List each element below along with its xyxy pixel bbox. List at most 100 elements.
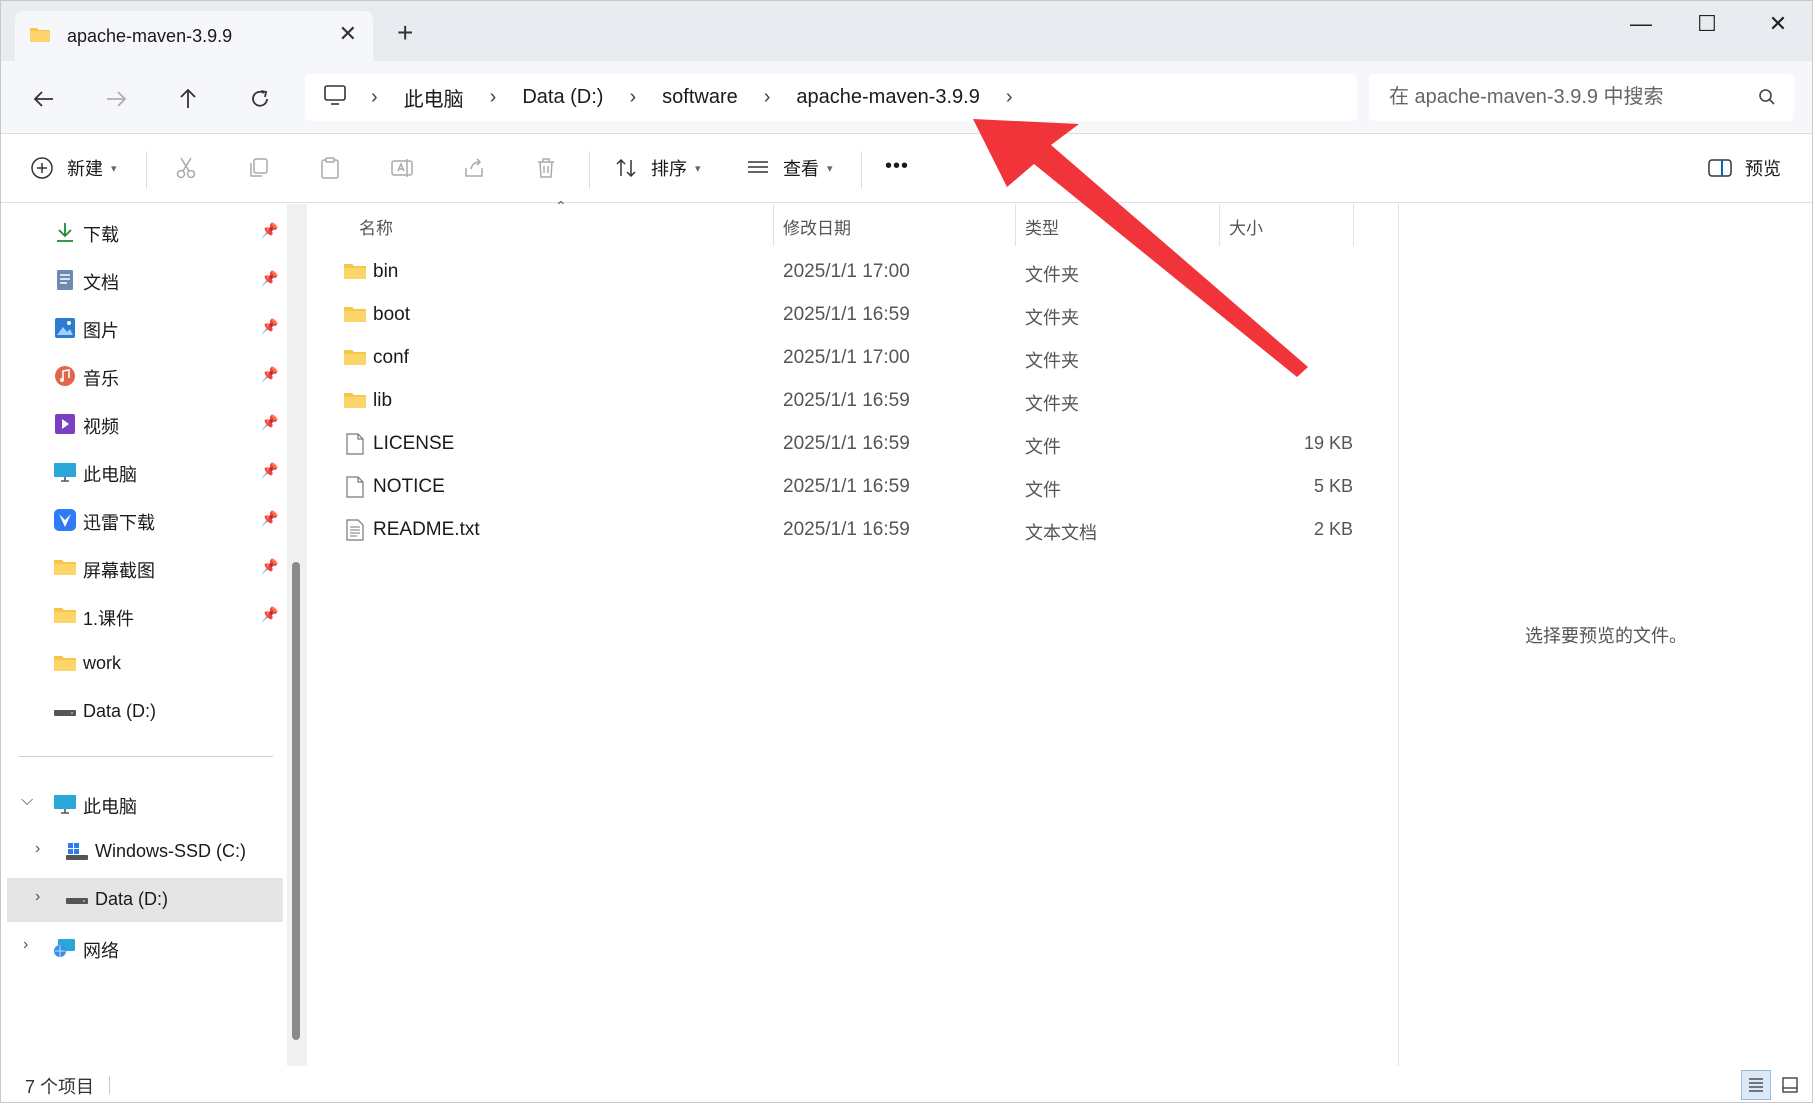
file-explorer-window: apache-maven-3.9.9 ✕ + — ☐ ✕ › 此电脑 › Dat… <box>0 0 1813 1103</box>
sidebar-item-music[interactable]: 音乐 📌 <box>1 354 281 398</box>
new-tab-button[interactable]: + <box>397 19 413 47</box>
tab-apache-maven[interactable]: apache-maven-3.9.9 ✕ <box>15 11 373 61</box>
paste-button[interactable] <box>315 153 345 183</box>
pin-icon[interactable]: 📌 <box>261 606 278 623</box>
view-list-icon <box>743 153 773 183</box>
delete-button[interactable] <box>531 153 561 183</box>
sidebar-item-thunder-downloads[interactable]: 迅雷下载 📌 <box>1 498 281 542</box>
back-button[interactable] <box>28 83 60 115</box>
file-date: 2025/1/1 16:59 <box>783 433 910 454</box>
refresh-button[interactable] <box>244 83 276 115</box>
file-name: lib <box>373 390 393 411</box>
file-name: LICENSE <box>373 433 455 454</box>
computer-icon[interactable] <box>323 84 347 111</box>
sidebar-item-label: 迅雷下载 <box>83 513 155 533</box>
file-type: 文件夹 <box>1025 308 1079 328</box>
sort-button[interactable]: 排序 ▾ <box>611 153 701 183</box>
sidebar-item-videos[interactable]: 视频 📌 <box>1 402 281 446</box>
column-divider[interactable] <box>1015 204 1016 246</box>
pin-icon[interactable]: 📌 <box>261 318 278 335</box>
pin-icon[interactable]: 📌 <box>261 414 278 431</box>
forward-button[interactable] <box>100 83 132 115</box>
sidebar-item-this-pc[interactable]: ⌵ 此电脑 <box>1 782 281 826</box>
search-input[interactable] <box>1389 86 1729 109</box>
column-header-size[interactable]: 大小 <box>1229 214 1263 239</box>
file-row-bin[interactable]: bin 2025/1/1 17:00 文件夹 <box>313 251 1363 294</box>
file-size: 19 KB <box>1303 433 1353 453</box>
pin-icon[interactable]: 📌 <box>261 366 278 383</box>
chevron-down-icon: ▾ <box>111 162 117 175</box>
column-header-type[interactable]: 类型 <box>1025 214 1059 239</box>
sidebar-item-courseware[interactable]: 1.课件 📌 <box>1 594 281 638</box>
maximize-button[interactable]: ☐ <box>1687 11 1727 37</box>
breadcrumb-separator[interactable]: › <box>1006 86 1013 109</box>
breadcrumb-separator[interactable]: › <box>371 86 378 109</box>
chevron-down-icon[interactable]: ⌵ <box>21 792 33 810</box>
sidebar-item-this-pc-pinned[interactable]: 此电脑 📌 <box>1 450 281 494</box>
address-bar[interactable]: › 此电脑 › Data (D:) › software › apache-ma… <box>305 74 1357 121</box>
plus-circle-icon <box>27 153 57 183</box>
file-row-license[interactable]: LICENSE 2025/1/1 16:59 文件 19 KB <box>313 423 1363 466</box>
folder-icon <box>53 605 77 627</box>
sidebar-item-windows-ssd[interactable]: › Windows-SSD (C:) <box>1 830 281 874</box>
pin-icon[interactable]: 📌 <box>261 222 278 239</box>
sidebar-item-downloads[interactable]: 下载 📌 <box>1 210 281 254</box>
column-header-date[interactable]: 修改日期 <box>783 214 851 239</box>
preview-pane-button[interactable]: 预览 <box>1705 153 1781 183</box>
scrollbar-thumb[interactable] <box>292 562 300 1040</box>
file-row-lib[interactable]: lib 2025/1/1 16:59 文件夹 <box>313 380 1363 423</box>
view-button[interactable]: 查看 ▾ <box>743 153 833 183</box>
pin-icon[interactable]: 📌 <box>261 558 278 575</box>
details-view-button[interactable] <box>1741 1070 1771 1100</box>
sidebar-item-documents[interactable]: 文档 📌 <box>1 258 281 302</box>
pin-icon[interactable]: 📌 <box>261 270 278 287</box>
column-divider[interactable] <box>773 204 774 246</box>
chevron-right-icon[interactable]: › <box>35 840 40 858</box>
column-divider[interactable] <box>1353 204 1354 246</box>
rename-button[interactable] <box>387 153 417 183</box>
close-button[interactable]: ✕ <box>1758 11 1798 37</box>
breadcrumb-apache-maven[interactable]: apache-maven-3.9.9 <box>796 86 979 109</box>
pin-icon[interactable]: 📌 <box>261 510 278 527</box>
file-row-readme[interactable]: README.txt 2025/1/1 16:59 文本文档 2 KB <box>313 509 1363 552</box>
sidebar-item-data-d-pinned[interactable]: Data (D:) <box>1 690 281 734</box>
folder-icon <box>53 653 77 675</box>
column-header-name[interactable]: 名称 <box>359 214 393 239</box>
breadcrumb-separator[interactable]: › <box>764 86 771 109</box>
file-row-notice[interactable]: NOTICE 2025/1/1 16:59 文件 5 KB <box>313 466 1363 509</box>
file-row-conf[interactable]: conf 2025/1/1 17:00 文件夹 <box>313 337 1363 380</box>
folder-icon <box>29 25 51 48</box>
pin-icon[interactable]: 📌 <box>261 462 278 479</box>
sidebar-item-work[interactable]: work <box>1 642 281 686</box>
minimize-button[interactable]: — <box>1621 11 1661 37</box>
sidebar-item-network[interactable]: › 网络 <box>1 926 281 970</box>
chevron-right-icon[interactable]: › <box>23 936 28 954</box>
file-name: boot <box>373 304 410 325</box>
breadcrumb-software[interactable]: software <box>662 86 738 109</box>
sidebar-item-screenshots[interactable]: 屏幕截图 📌 <box>1 546 281 590</box>
search-icon[interactable] <box>1758 88 1776 111</box>
breadcrumb-data-d[interactable]: Data (D:) <box>522 86 603 109</box>
breadcrumb-separator[interactable]: › <box>629 86 636 109</box>
sort-icon <box>611 153 641 183</box>
breadcrumb-this-pc[interactable]: 此电脑 <box>404 83 464 112</box>
more-options-button[interactable]: ••• <box>885 155 909 178</box>
up-button[interactable] <box>172 83 204 115</box>
share-button[interactable] <box>459 153 489 183</box>
tab-close-icon[interactable]: ✕ <box>339 23 357 45</box>
new-button[interactable]: 新建 ▾ <box>27 153 117 183</box>
tiles-view-button[interactable] <box>1775 1070 1805 1100</box>
copy-button[interactable] <box>243 153 273 183</box>
sidebar-item-data-d[interactable]: › Data (D:) <box>7 878 283 922</box>
file-row-boot[interactable]: boot 2025/1/1 16:59 文件夹 <box>313 294 1363 337</box>
sidebar-item-pictures[interactable]: 图片 📌 <box>1 306 281 350</box>
tiles-view-icon <box>1782 1077 1798 1093</box>
sidebar-item-label: work <box>83 653 122 673</box>
column-divider[interactable] <box>1219 204 1220 246</box>
chevron-right-icon[interactable]: › <box>35 888 40 906</box>
sidebar-scrollbar[interactable] <box>287 204 307 1066</box>
search-box[interactable] <box>1369 74 1794 121</box>
breadcrumb-separator[interactable]: › <box>490 86 497 109</box>
cut-button[interactable] <box>171 153 201 183</box>
details-view-icon <box>1749 1078 1763 1092</box>
